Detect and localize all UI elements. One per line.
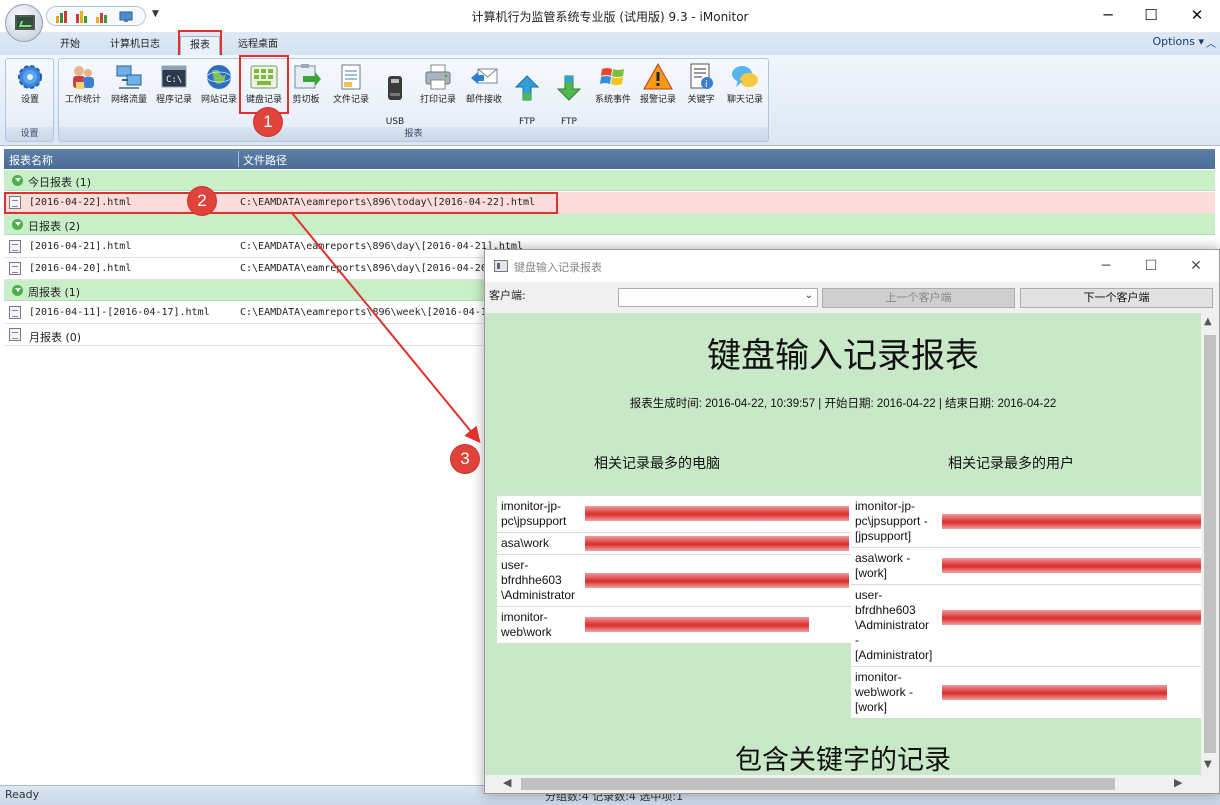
annotation-badge-2: 2 (188, 187, 216, 215)
annotation-arrow (291, 212, 481, 444)
annotation-badge-1: 1 (254, 108, 282, 136)
annotation-badge-3: 3 (451, 445, 479, 473)
